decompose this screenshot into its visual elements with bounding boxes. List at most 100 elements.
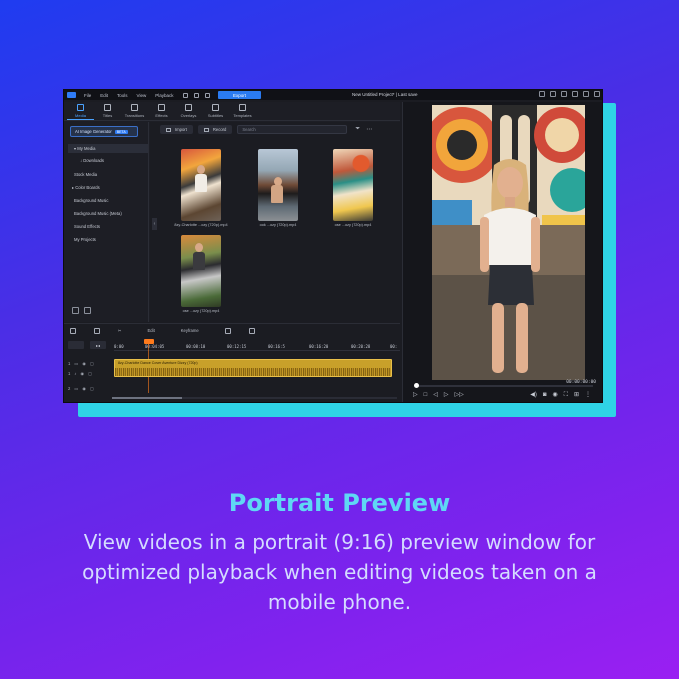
visibility-icon[interactable]: ◉ — [82, 386, 86, 391]
fullscreen-icon[interactable]: ⛶ — [564, 392, 568, 398]
fit-timeline-button[interactable]: ▸◂ — [90, 341, 106, 349]
transitions-icon — [131, 104, 138, 111]
track-manager-button[interactable] — [68, 341, 84, 349]
ruler-tick: 00:08:10 — [186, 344, 206, 349]
pen-icon[interactable] — [94, 327, 100, 334]
redo-icon[interactable] — [204, 92, 210, 98]
media-sidebar: AI Image Generator BETA ▾ My Media ↓ Dow… — [64, 122, 149, 322]
edit-button[interactable]: Edit — [148, 328, 155, 333]
preview-scrubber[interactable] — [415, 385, 593, 387]
lock-icon[interactable]: ▢ — [90, 361, 94, 366]
search-input[interactable]: Search — [237, 125, 348, 134]
sidebar-item-my-media[interactable]: ▾ My Media — [68, 144, 148, 153]
title-bar: File Edit Tools View Playback Export New… — [64, 90, 602, 100]
snapshot-icon[interactable] — [248, 327, 255, 334]
menu-playback[interactable]: Playback — [155, 93, 173, 98]
sidebar-item-background-music-meta[interactable]: Background Music (Meta) — [74, 211, 122, 216]
video-clip[interactable]: 8zy-Charlotte Dance Cover Aventure Dizzy… — [114, 359, 392, 377]
account-icon[interactable] — [539, 91, 545, 97]
media-thumbnail[interactable] — [258, 149, 298, 221]
tab-label: Subtitles — [207, 113, 224, 118]
export-button[interactable]: Export — [218, 91, 261, 99]
menu-tools[interactable]: Tools — [117, 93, 128, 98]
sidebar-item-label: Downloads — [83, 158, 104, 163]
tab-media[interactable]: Media — [67, 102, 94, 120]
app-logo-icon — [67, 92, 76, 98]
project-title: New Untitled Project* | Last save — [352, 92, 418, 97]
person-figure — [197, 165, 205, 174]
record-icon[interactable]: ◉ — [553, 392, 558, 398]
fast-forward-icon[interactable]: ▷▷ — [455, 392, 464, 398]
remove-folder-icon[interactable] — [84, 307, 91, 314]
scrubber-handle[interactable] — [414, 383, 419, 388]
next-frame-icon[interactable]: ▷ — [444, 392, 449, 398]
tab-templates[interactable]: Templates — [229, 102, 256, 120]
undo-icon[interactable] — [193, 92, 199, 98]
tab-transitions[interactable]: Transitions — [121, 102, 148, 120]
split-icon[interactable]: ✂ — [118, 328, 122, 333]
menu-edit[interactable]: Edit — [100, 93, 108, 98]
tab-label: Effects — [155, 113, 168, 118]
library-toolbar: Import Record Search ⏷ ⋯ — [150, 124, 400, 135]
crop-icon[interactable] — [224, 327, 231, 334]
video-track-icon[interactable]: ▭ — [74, 386, 78, 391]
mute-icon[interactable]: ◉ — [80, 371, 84, 376]
lock-icon[interactable]: ▢ — [88, 371, 92, 376]
lock-icon[interactable]: ▢ — [90, 386, 94, 391]
track-number: 1 — [68, 371, 71, 376]
sidebar-item-sound-effects[interactable]: Sound Effects — [74, 224, 100, 229]
ruler-tick: 00:12:15 — [227, 344, 247, 349]
menu-view[interactable]: View — [137, 93, 147, 98]
import-button[interactable]: Import — [160, 125, 193, 134]
audio-track-icon[interactable]: ♪ — [74, 371, 76, 376]
media-icon — [77, 104, 84, 111]
sidebar-item-my-projects[interactable]: My Projects — [74, 237, 96, 242]
settings-icon[interactable] — [182, 92, 188, 98]
time-ruler[interactable]: 0:00 00:04:05 00:08:10 00:12:15 00:16:5 … — [114, 343, 400, 351]
ai-image-generator-button[interactable]: AI Image Generator BETA — [70, 126, 138, 137]
feature-description: View videos in a portrait (9:16) preview… — [82, 530, 597, 614]
more-options-icon[interactable]: ⋮ — [585, 392, 591, 398]
sidebar-item-color-boards[interactable]: ▸ Color Boards — [72, 185, 100, 190]
tab-label: Titles — [102, 113, 113, 118]
sidebar-item-stock-media[interactable]: Stock Media — [74, 172, 97, 177]
keyframe-button[interactable]: Keyframe — [181, 328, 199, 333]
playhead-handle[interactable] — [144, 339, 154, 344]
portrait-preview-video[interactable] — [432, 105, 585, 380]
help-icon[interactable] — [561, 91, 567, 97]
sidebar-item-background-music[interactable]: Background Music — [74, 198, 108, 203]
maximize-icon[interactable] — [583, 91, 589, 97]
play-icon[interactable]: ▷ — [413, 392, 418, 398]
sidebar-item-downloads[interactable]: ↓ Downloads — [80, 158, 104, 163]
add-folder-icon[interactable] — [72, 307, 79, 314]
close-icon[interactable] — [594, 91, 600, 97]
import-icon — [166, 127, 171, 132]
media-thumbnail[interactable] — [181, 235, 221, 307]
volume-icon[interactable]: ◀) — [530, 392, 537, 398]
snapshot-icon[interactable]: ◙ — [543, 392, 547, 398]
visibility-icon[interactable]: ◉ — [82, 361, 86, 366]
media-thumbnail[interactable] — [333, 149, 373, 221]
menu-file[interactable]: File — [84, 93, 91, 98]
previous-frame-icon[interactable]: ◁ — [433, 392, 438, 398]
timeline-scrollbar-thumb[interactable] — [112, 397, 182, 399]
record-label: Record — [212, 127, 227, 132]
video-track-icon[interactable]: ▭ — [74, 361, 78, 366]
more-icon[interactable]: ⋯ — [366, 126, 372, 133]
tab-effects[interactable]: Effects — [148, 102, 175, 120]
tab-overlays[interactable]: Overlays — [175, 102, 202, 120]
tools-icon[interactable] — [70, 327, 76, 334]
media-thumbnail[interactable] — [181, 149, 221, 221]
minimize-icon[interactable] — [572, 91, 578, 97]
filter-icon[interactable]: ⏷ — [355, 126, 360, 133]
tab-titles[interactable]: Titles — [94, 102, 121, 120]
layout-icon[interactable]: ⊞ — [574, 392, 579, 398]
track-number: 1 — [68, 361, 71, 366]
ruler-tick: 00:16:20 — [309, 344, 329, 349]
collapse-sidebar-icon[interactable]: ‹ — [152, 218, 157, 230]
record-button[interactable]: Record — [197, 125, 233, 134]
stop-icon[interactable]: □ — [424, 392, 428, 398]
media-library: Import Record Search ⏷ ⋯ ‹ 8zy-Charlotte… — [150, 122, 400, 322]
cloud-icon[interactable] — [550, 91, 556, 97]
tab-subtitles[interactable]: Subtitles — [202, 102, 229, 120]
